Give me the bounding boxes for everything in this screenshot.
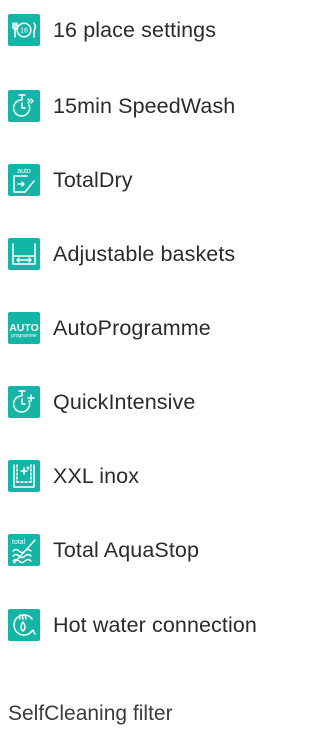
totaldry-door-icon: auto (8, 164, 40, 196)
aquastop-icon: total (8, 534, 40, 566)
feature-totaldry: auto TotalDry (8, 161, 330, 199)
feature-xxl-inox: XXL inox (8, 457, 330, 495)
feature-label: Hot water connection (53, 613, 257, 637)
feature-autoprogramme: AUTO programme AutoProgramme (8, 309, 330, 347)
place-settings-icon: 16 (8, 14, 40, 46)
adjustable-basket-icon (8, 238, 40, 270)
feature-adjustable-baskets: Adjustable baskets (8, 235, 330, 273)
svg-text:auto: auto (17, 168, 31, 175)
feature-selfcleaning-filter-label: SelfCleaning filter (8, 702, 173, 725)
speedwash-timer-icon (8, 90, 40, 122)
svg-text:16: 16 (20, 28, 28, 35)
feature-label: Adjustable baskets (53, 242, 236, 266)
feature-label: Total AquaStop (53, 538, 200, 562)
svg-text:total: total (12, 539, 26, 546)
feature-label: XXL inox (53, 464, 140, 488)
feature-place-settings: 16 16 place settings (8, 11, 330, 49)
feature-label: QuickIntensive (53, 390, 196, 414)
feature-quickintensive: QuickIntensive (8, 383, 330, 421)
feature-speedwash: 15min SpeedWash (8, 87, 330, 125)
svg-text:programme: programme (11, 333, 37, 339)
feature-list: 16 16 place settings 15min SpeedWash aut… (0, 0, 333, 752)
feature-label: 15min SpeedWash (53, 94, 236, 118)
quickintensive-timer-icon (8, 386, 40, 418)
feature-label: AutoProgramme (53, 316, 211, 340)
feature-hot-water: Hot water connection (8, 606, 330, 644)
feature-total-aquastop: total Total AquaStop (8, 531, 330, 569)
hot-water-icon (8, 609, 40, 641)
autoprogramme-icon: AUTO programme (8, 312, 40, 344)
feature-label: 16 place settings (53, 18, 217, 42)
xxl-inox-icon (8, 460, 40, 492)
feature-label: TotalDry (53, 168, 133, 192)
